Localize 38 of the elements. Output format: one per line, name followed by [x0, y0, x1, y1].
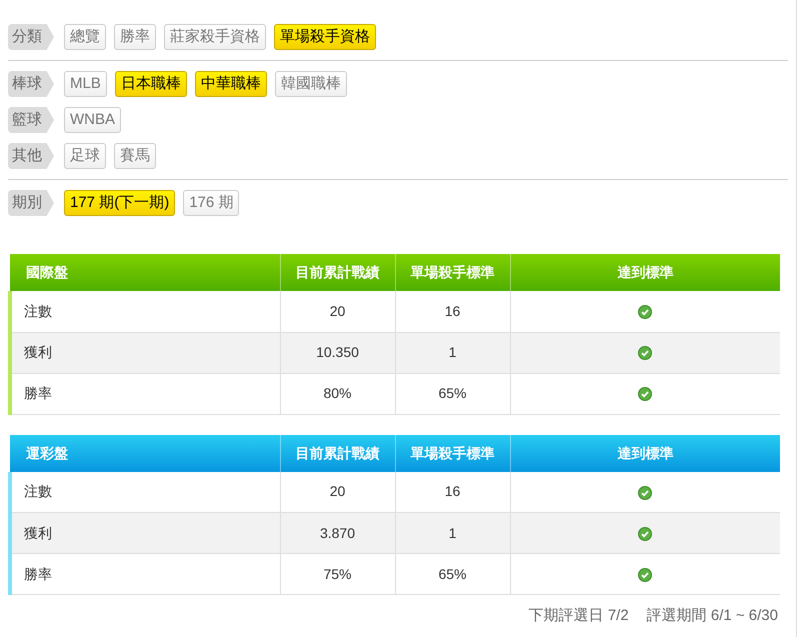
column-header: 達到標準	[510, 434, 780, 472]
filter-button[interactable]: 日本職棒	[114, 71, 187, 97]
period-text: 評選期間 6/1 ~ 6/30	[646, 606, 778, 626]
category-label: 棒球	[8, 71, 54, 97]
filter-button[interactable]: 莊家殺手資格	[164, 24, 266, 50]
filter-button[interactable]: 賽馬	[114, 143, 156, 169]
category-label: 其他	[8, 143, 54, 169]
filter-button[interactable]: WNBA	[64, 107, 121, 133]
filter-button[interactable]: 總覽	[64, 24, 106, 50]
filter-button[interactable]: MLB	[64, 71, 107, 97]
table-cell: 1	[395, 332, 510, 373]
filter-button[interactable]: 177 期(下一期)	[64, 190, 176, 216]
table-cell: 65%	[395, 554, 510, 594]
filter-button[interactable]: 韓國職棒	[274, 71, 347, 97]
category-label: 籃球	[8, 107, 54, 133]
column-header: 單場殺手標準	[395, 434, 510, 472]
filter-button[interactable]: 中華職棒	[194, 71, 267, 97]
filter-button[interactable]: 勝率	[114, 24, 156, 50]
category-label: 分類	[8, 24, 54, 50]
category-label: 期別	[8, 190, 54, 216]
column-header: 達到標準	[510, 254, 780, 291]
filter-button[interactable]: 176 期	[183, 190, 240, 216]
table-cell: 65%	[395, 373, 510, 414]
column-header: 運彩盤	[10, 434, 280, 472]
table-cell: 16	[395, 291, 510, 332]
column-header: 單場殺手標準	[395, 254, 510, 291]
filter-button[interactable]: 足球	[64, 143, 106, 169]
table-cell: 10.350	[280, 332, 395, 373]
filter-button[interactable]: 單場殺手資格	[274, 24, 376, 50]
next-date-text: 下期評選日 7/2	[528, 606, 629, 626]
column-header: 目前累計戰績	[280, 254, 395, 291]
table-cell: 80%	[280, 373, 395, 414]
table-cell: 勝率	[10, 373, 280, 414]
table-cell: 75%	[280, 554, 395, 594]
table-cell: 勝率	[10, 554, 280, 594]
column-header: 目前累計戰績	[280, 434, 395, 472]
column-header: 國際盤	[10, 254, 280, 291]
table-cell: 20	[280, 291, 395, 332]
